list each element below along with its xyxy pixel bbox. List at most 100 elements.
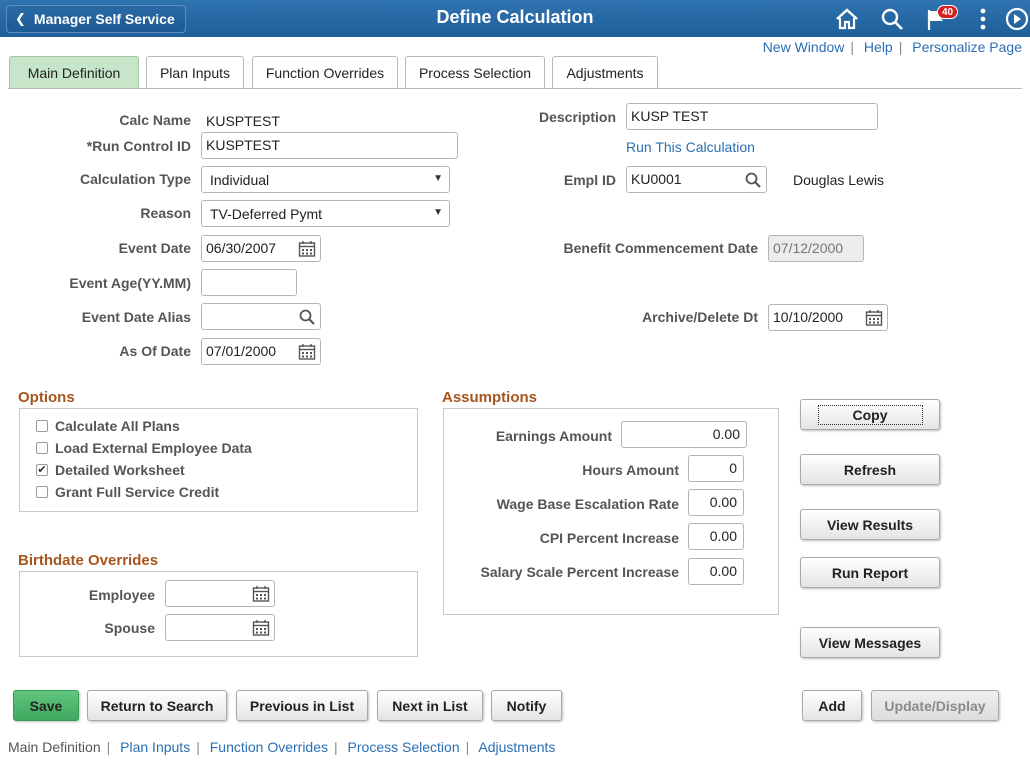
bottom-link-process-selection[interactable]: Process Selection xyxy=(348,739,460,755)
run-this-calculation-link[interactable]: Run This Calculation xyxy=(626,139,755,155)
calendar-icon[interactable] xyxy=(298,343,316,361)
view-results-button[interactable]: View Results xyxy=(800,509,940,540)
wage-base-escalation-rate-input[interactable]: 0.00 xyxy=(688,489,744,516)
empl-id-input[interactable]: KU0001 xyxy=(626,166,767,193)
run-control-id-input[interactable]: KUSPTEST xyxy=(201,132,458,159)
salary-scale-percent-increase-input[interactable]: 0.00 xyxy=(688,558,744,585)
archive-delete-date-value: 10/10/2000 xyxy=(773,309,844,325)
calendar-icon[interactable] xyxy=(252,619,270,637)
wage-base-escalation-rate-label: Wage Base Escalation Rate xyxy=(496,496,679,512)
cpi-percent-increase-label: CPI Percent Increase xyxy=(539,530,679,546)
calculation-type-value: Individual xyxy=(210,172,270,188)
next-in-list-button[interactable]: Next in List xyxy=(377,690,483,721)
calculate-all-plans-checkbox[interactable]: Calculate All Plans xyxy=(36,418,180,434)
earnings-amount-input[interactable]: 0.00 xyxy=(621,421,747,448)
dropdown-arrow-icon: ▼ xyxy=(433,173,443,184)
lookup-search-icon[interactable] xyxy=(298,308,316,326)
spouse-birthdate-label: Spouse xyxy=(104,620,155,636)
calendar-icon[interactable] xyxy=(865,309,883,327)
checkbox-label: Load External Employee Data xyxy=(55,440,252,456)
checkbox-unchecked[interactable] xyxy=(36,420,48,432)
bottom-link-plan-inputs[interactable]: Plan Inputs xyxy=(120,739,190,755)
refresh-button[interactable]: Refresh xyxy=(800,454,940,485)
previous-in-list-button[interactable]: Previous in List xyxy=(236,690,368,721)
empl-id-label: Empl ID xyxy=(563,172,616,188)
as-of-date-input[interactable]: 07/01/2000 xyxy=(201,338,321,365)
add-label: Add xyxy=(818,697,846,714)
tab-plan-inputs[interactable]: Plan Inputs xyxy=(146,56,244,88)
event-date-value: 06/30/2007 xyxy=(206,240,277,256)
archive-delete-date-input[interactable]: 10/10/2000 xyxy=(768,304,888,331)
actions-menu-icon[interactable] xyxy=(970,6,996,32)
event-date-alias-input[interactable] xyxy=(201,303,321,330)
calc-name-label: Calc Name xyxy=(119,112,191,128)
update-display-label: Update/Display xyxy=(884,697,986,714)
dropdown-arrow-icon: ▼ xyxy=(433,207,443,218)
checkbox-unchecked[interactable] xyxy=(36,486,48,498)
description-input[interactable]: KUSP TEST xyxy=(626,103,878,130)
tab-function-overrides[interactable]: Function Overrides xyxy=(252,56,398,88)
run-report-button[interactable]: Run Report xyxy=(800,557,940,588)
personalize-page-link[interactable]: Personalize Page xyxy=(912,39,1022,55)
bottom-link-adjustments[interactable]: Adjustments xyxy=(478,739,555,755)
calendar-icon[interactable] xyxy=(252,585,270,603)
save-button[interactable]: Save xyxy=(13,690,79,721)
as-of-date-label: As Of Date xyxy=(119,343,191,359)
event-age-input[interactable] xyxy=(201,269,297,296)
tab-label: Function Overrides xyxy=(265,64,385,81)
help-link[interactable]: Help xyxy=(864,39,893,55)
detailed-worksheet-checkbox[interactable]: ✔ Detailed Worksheet xyxy=(36,462,185,478)
benefit-commencement-date-label: Benefit Commencement Date xyxy=(563,240,759,256)
tab-label: Plan Inputs xyxy=(159,64,231,81)
tab-adjustments[interactable]: Adjustments xyxy=(552,56,658,88)
copy-button[interactable]: Copy xyxy=(800,399,940,430)
event-date-input[interactable]: 06/30/2007 xyxy=(201,235,321,262)
spouse-birthdate-input[interactable] xyxy=(165,614,275,641)
return-to-search-button[interactable]: Return to Search xyxy=(87,690,227,721)
tab-process-selection[interactable]: Process Selection xyxy=(405,56,545,88)
app-header: ❮ Manager Self Service Define Calculatio… xyxy=(0,0,1030,37)
hours-amount-input[interactable]: 0 xyxy=(688,455,744,482)
checkbox-label: Calculate All Plans xyxy=(55,418,180,434)
calc-name-value: KUSPTEST xyxy=(206,113,280,129)
archive-delete-date-label: Archive/Delete Dt xyxy=(642,309,758,325)
checkmark-icon[interactable]: ✔ xyxy=(36,464,48,476)
bottom-page-links: Main Definition | Plan Inputs | Function O… xyxy=(8,739,556,755)
reason-select[interactable]: TV-Deferred Pymt ▼ xyxy=(201,200,450,227)
cpi-percent-increase-input[interactable]: 0.00 xyxy=(688,523,744,550)
navbar-icon[interactable] xyxy=(1004,6,1030,32)
new-window-link[interactable]: New Window xyxy=(763,39,845,55)
tab-divider xyxy=(8,88,1022,89)
birthdate-overrides-title: Birthdate Overrides xyxy=(18,552,159,569)
next-in-list-label: Next in List xyxy=(392,697,468,714)
as-of-date-value: 07/01/2000 xyxy=(206,343,277,359)
notify-button[interactable]: Notify xyxy=(491,690,562,721)
home-icon[interactable] xyxy=(834,6,860,32)
reason-value: TV-Deferred Pymt xyxy=(210,206,323,222)
calculation-type-select[interactable]: Individual ▼ xyxy=(201,166,450,193)
calculation-type-label: Calculation Type xyxy=(80,171,191,187)
calendar-icon[interactable] xyxy=(298,240,316,258)
view-results-button-label: View Results xyxy=(826,516,914,533)
tab-main-definition[interactable]: Main Definition xyxy=(9,56,139,88)
view-messages-button[interactable]: View Messages xyxy=(800,627,940,658)
search-icon[interactable] xyxy=(879,6,905,32)
employee-birthdate-input[interactable] xyxy=(165,580,275,607)
options-title: Options xyxy=(18,389,75,406)
benefit-commencement-date-field: 07/12/2000 xyxy=(768,235,864,262)
lookup-search-icon[interactable] xyxy=(744,171,762,189)
save-button-label: Save xyxy=(29,697,63,714)
grant-full-service-credit-checkbox[interactable]: Grant Full Service Credit xyxy=(36,484,219,500)
event-age-label: Event Age(YY.MM) xyxy=(69,275,191,291)
load-external-employee-data-checkbox[interactable]: Load External Employee Data xyxy=(36,440,252,456)
event-date-alias-label: Event Date Alias xyxy=(81,309,191,325)
view-messages-button-label: View Messages xyxy=(818,634,922,651)
chevron-left-icon: ❮ xyxy=(15,11,26,26)
back-button[interactable]: ❮ Manager Self Service xyxy=(6,5,186,33)
page-utility-links: New Window | Help | Personalize Page xyxy=(762,39,1022,55)
bottom-link-function-overrides[interactable]: Function Overrides xyxy=(210,739,328,755)
checkbox-unchecked[interactable] xyxy=(36,442,48,454)
empl-id-value: KU0001 xyxy=(631,171,682,187)
add-button[interactable]: Add xyxy=(802,690,862,721)
update-display-button: Update/Display xyxy=(871,690,999,721)
